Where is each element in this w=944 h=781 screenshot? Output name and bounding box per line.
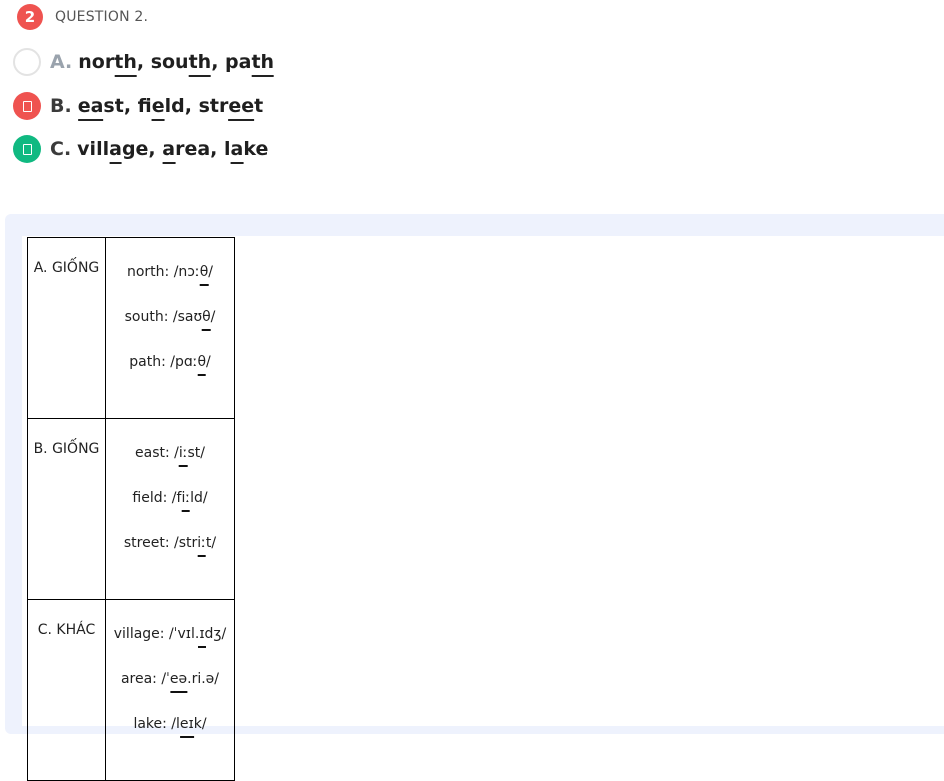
option-text: east, field, street (77, 95, 264, 117)
option-letter: B. (50, 95, 72, 117)
option-a[interactable]: A. north, south, path (13, 46, 274, 78)
option-letter: C. (50, 138, 72, 160)
question-header: 2 QUESTION 2. (17, 2, 148, 32)
option-text: village, area, lake (77, 138, 269, 160)
pronunciation-line: village: /ˈvɪl. ɪ dʒ/ (113, 625, 227, 642)
pronunciation-line: area: /ˈ eə .ri.ə/ (120, 670, 220, 687)
row-label: C. KHÁC (27, 599, 106, 781)
table-row: B. GIỐNG east: / iː st/ field: /f iː ld/ str… (27, 418, 235, 600)
pronunciation-line: path: /pɑː θ / (129, 353, 211, 370)
explanation-table: A. GIỐNG north: /nɔː θ / south: /saʊ θ / pat… (27, 237, 235, 781)
correct-answer-icon[interactable] (13, 135, 41, 163)
option-letter: A. (50, 51, 73, 73)
option-c[interactable]: C. village, area, lake (13, 133, 268, 165)
table-row: A. GIỐNG north: /nɔː θ / south: /saʊ θ / pat… (27, 237, 235, 419)
option-text: north, south, path (78, 51, 275, 73)
radio-empty-icon[interactable] (13, 48, 41, 76)
question-title: QUESTION 2. (55, 9, 149, 25)
pronunciation-line: east: / iː st/ (135, 444, 205, 461)
row-label: A. GIỐNG (27, 237, 106, 419)
pronunciation-line: south: /saʊ θ / (124, 308, 216, 325)
table-row: C. KHÁC village: /ˈvɪl. ɪ dʒ/ area: /ˈ eə .r… (27, 599, 235, 781)
pronunciation-line: street: /str iː t/ (123, 534, 217, 551)
question-number-badge: 2 (17, 4, 43, 30)
wrong-answer-icon[interactable] (13, 92, 41, 120)
pronunciation-line: lake: /l eɪ k/ (133, 715, 207, 732)
pronunciation-line: field: /f iː ld/ (132, 489, 208, 506)
row-label: B. GIỐNG (27, 418, 106, 600)
pronunciation-cell: village: /ˈvɪl. ɪ dʒ/ area: /ˈ eə .ri.ə/ lak… (105, 599, 235, 781)
option-b[interactable]: B. east, field, street (13, 90, 263, 122)
pronunciation-cell: north: /nɔː θ / south: /saʊ θ / path: /pɑː θ / (105, 237, 235, 419)
pronunciation-cell: east: / iː st/ field: /f iː ld/ street: /str… (105, 418, 235, 600)
pronunciation-line: north: /nɔː θ / (126, 263, 214, 280)
